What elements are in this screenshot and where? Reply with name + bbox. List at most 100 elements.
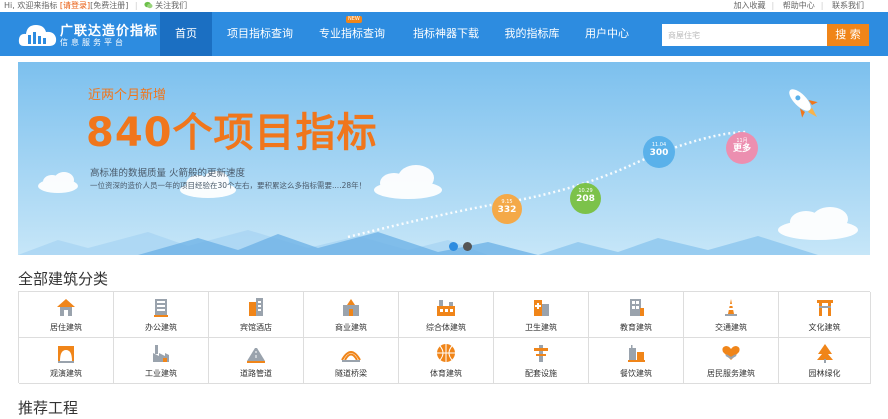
new-badge: NEW xyxy=(346,16,362,23)
category-restaurant[interactable]: 餐饮建筑 xyxy=(589,338,684,384)
category-complex[interactable]: 综合体建筑 xyxy=(399,292,494,338)
bridge-arch-icon xyxy=(341,351,361,362)
contact-us-link[interactable]: 联系我们 xyxy=(832,1,864,10)
category-label: 综合体建筑 xyxy=(426,323,466,332)
gate-icon xyxy=(816,300,833,316)
category-resident-service[interactable]: 居民服务建筑 xyxy=(684,338,779,384)
divider: | xyxy=(134,1,138,10)
category-label: 观演建筑 xyxy=(50,369,82,378)
category-label: 隧道桥梁 xyxy=(335,369,367,378)
factory-icon xyxy=(153,345,169,362)
milestone-bubble[interactable]: 11月 更多 xyxy=(726,132,758,164)
divider: | xyxy=(820,1,824,10)
nav-label: 首页 xyxy=(175,27,197,40)
category-facility[interactable]: 配套设施 xyxy=(494,338,589,384)
category-label: 道路管道 xyxy=(240,369,272,378)
tree-icon xyxy=(816,344,833,363)
theater-icon xyxy=(58,346,74,363)
nav-user-center[interactable]: 用户中心 xyxy=(576,12,638,56)
hero-banner[interactable]: 近两个月新增 840个项目指标 高标准的数据质量 火箭般的更新速度 一位资深的造… xyxy=(18,62,870,255)
wechat-icon xyxy=(144,1,153,9)
logo-subtitle: 信息服务平台 xyxy=(60,38,126,47)
office-building-icon xyxy=(154,299,168,317)
banner-headline: 840个项目指标 xyxy=(86,110,378,156)
nav-my-library[interactable]: 我的指标库 xyxy=(496,12,568,56)
school-icon xyxy=(630,299,644,316)
nav-label: 指标神器下载 xyxy=(413,27,479,40)
top-bar: Hi, 欢迎来指标 [请登录][免费注册] | 关注我们 加入收藏 | 帮助中心 |… xyxy=(0,0,888,12)
category-grid: 居住建筑 办公建筑 宾馆酒店 商业建筑 综合体建筑 卫生建筑 教育建筑 交通建筑… xyxy=(18,291,871,384)
nav-home[interactable]: 首页 xyxy=(160,12,212,56)
add-favorite-link[interactable]: 加入收藏 xyxy=(734,1,766,10)
help-center-link[interactable]: 帮助中心 xyxy=(783,1,815,10)
category-commercial[interactable]: 商业建筑 xyxy=(304,292,399,338)
basketball-icon xyxy=(437,344,455,362)
category-road[interactable]: 道路管道 xyxy=(209,338,304,384)
restaurant-icon xyxy=(628,345,645,362)
category-transport[interactable]: 交通建筑 xyxy=(684,292,779,338)
house-icon xyxy=(57,299,75,316)
nav-label: 用户中心 xyxy=(585,27,629,40)
recommend-section-title: 推荐工程 xyxy=(18,399,79,417)
category-label: 体育建筑 xyxy=(430,369,462,378)
category-label: 办公建筑 xyxy=(145,323,177,332)
heart-hands-icon xyxy=(722,346,740,360)
category-residential[interactable]: 居住建筑 xyxy=(19,292,114,338)
category-health[interactable]: 卫生建筑 xyxy=(494,292,589,338)
category-label: 文化建筑 xyxy=(808,323,841,332)
traffic-cone-icon xyxy=(725,299,737,316)
follow-us-link[interactable]: 关注我们 xyxy=(155,1,187,10)
category-label: 工业建筑 xyxy=(145,369,177,378)
category-section-title: 全部建筑分类 xyxy=(18,270,109,288)
category-label: 配套设施 xyxy=(525,369,557,378)
top-bar-left: Hi, 欢迎来指标 [请登录][免费注册] | 关注我们 xyxy=(4,0,187,12)
category-office[interactable]: 办公建筑 xyxy=(114,292,209,338)
category-bridge[interactable]: 隧道桥梁 xyxy=(304,338,399,384)
nav-label: 我的指标库 xyxy=(504,27,560,40)
nav-label: 项目指标查询 xyxy=(227,27,293,40)
category-label: 卫生建筑 xyxy=(525,323,557,332)
site-logo[interactable]: 广联达造价指标 信息服务平台 xyxy=(18,18,157,52)
category-hotel[interactable]: 宾馆酒店 xyxy=(209,292,304,338)
category-industrial[interactable]: 工业建筑 xyxy=(114,338,209,384)
top-bar-right: 加入收藏 | 帮助中心 | 联系我们 xyxy=(728,0,865,12)
main-header: 广联达造价指标 信息服务平台 首页 项目指标查询 NEW 专业指标查询 指标神器下… xyxy=(0,12,888,56)
milestone-value: 332 xyxy=(497,205,517,215)
search-button[interactable]: 搜 索 xyxy=(827,24,869,46)
carousel-dot[interactable] xyxy=(449,242,458,251)
nav-label: 专业指标查询 xyxy=(319,27,385,40)
category-label: 商业建筑 xyxy=(335,323,367,332)
register-link[interactable]: [免费注册] xyxy=(90,1,128,10)
milestone-value: 300 xyxy=(649,148,669,158)
milestone-bubble: 9.15 332 xyxy=(492,194,522,224)
category-culture[interactable]: 文化建筑 xyxy=(779,292,871,338)
login-link[interactable]: [请登录] xyxy=(60,1,90,10)
banner-tagline: 高标准的数据质量 火箭般的更新速度 xyxy=(90,168,246,179)
search-input[interactable] xyxy=(662,24,827,46)
category-sports[interactable]: 体育建筑 xyxy=(399,338,494,384)
divider: | xyxy=(771,1,775,10)
banner-description: 一位资深的造价人员一年的项目经验在30个左右，要积累这么多指标需要....28年… xyxy=(90,181,367,190)
carousel-dot[interactable] xyxy=(463,242,472,251)
greeting-text: Hi, 欢迎来指标 xyxy=(4,1,58,10)
facility-icon xyxy=(534,345,548,362)
category-theater[interactable]: 观演建筑 xyxy=(19,338,114,384)
milestone-bubble: 10.29 208 xyxy=(570,183,601,214)
category-landscape[interactable]: 园林绿化 xyxy=(779,338,871,384)
milestone-value: 208 xyxy=(576,194,595,204)
nav-professional-index[interactable]: NEW 专业指标查询 xyxy=(310,12,394,56)
nav-tool-download[interactable]: 指标神器下载 xyxy=(404,12,488,56)
category-education[interactable]: 教育建筑 xyxy=(589,292,684,338)
milestone-bubble: 11.04 300 xyxy=(643,136,675,168)
category-label: 交通建筑 xyxy=(715,323,747,332)
complex-building-icon xyxy=(437,300,455,316)
road-icon xyxy=(247,348,265,363)
category-label: 居住建筑 xyxy=(50,323,82,332)
category-label: 宾馆酒店 xyxy=(240,323,272,332)
category-label: 居民服务建筑 xyxy=(707,369,755,378)
search-bar: 搜 索 xyxy=(662,24,869,46)
category-label: 园林绿化 xyxy=(808,369,841,378)
milestone-value: 更多 xyxy=(732,144,751,154)
nav-project-index[interactable]: 项目指标查询 xyxy=(216,12,304,56)
commercial-building-icon xyxy=(343,299,359,316)
